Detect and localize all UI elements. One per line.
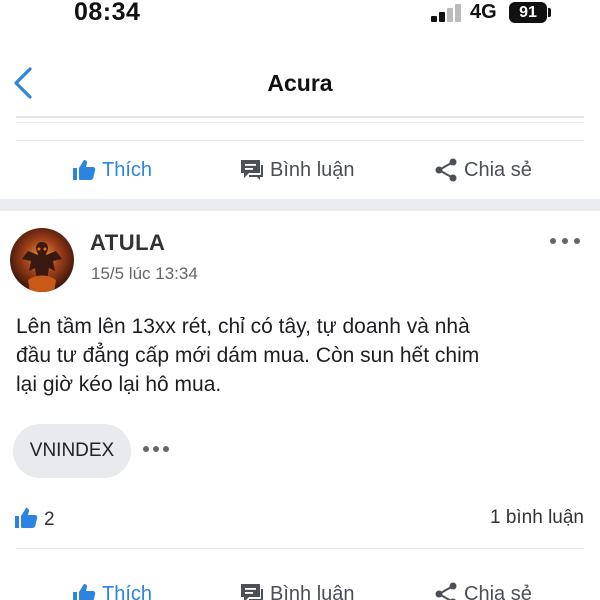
network-label: 4G [470, 1, 497, 23]
post-body-line: đầu tư đẳng cấp mới dám mua. Còn sun hết… [16, 344, 480, 367]
header-divider [16, 116, 584, 118]
post-body-line: Lên tầm lên 13xx rét, chỉ có tây, tự doa… [16, 315, 470, 338]
thumbs-up-icon [72, 159, 96, 181]
thumbs-up-icon [72, 583, 96, 600]
share-icon [434, 582, 458, 600]
previous-post-edge [16, 122, 584, 123]
comment-count[interactable]: 1 bình luận [490, 507, 584, 529]
battery-tip [548, 8, 551, 17]
divider [16, 548, 584, 549]
comment-label: Bình luận [270, 158, 355, 181]
avatar-image [10, 228, 74, 292]
thumbs-up-icon [14, 507, 38, 534]
battery-icon: 91 [509, 2, 547, 23]
page-title: Acura [267, 70, 333, 96]
tag-more-icon[interactable] [143, 446, 169, 454]
comment-icon [240, 583, 264, 600]
share-icon [434, 158, 458, 182]
divider [16, 140, 584, 141]
status-bar: 08:34 4G 91 [0, 0, 600, 30]
comment-label: Bình luận [270, 582, 355, 600]
share-button[interactable]: Chia sẻ [434, 146, 532, 194]
share-label: Chia sẻ [464, 582, 532, 600]
share-label: Chia sẻ [464, 158, 532, 181]
post-body: Lên tầm lên 13xx rét, chỉ có tây, tự doa… [16, 312, 584, 399]
tag-chip-vnindex[interactable]: VNINDEX [13, 424, 131, 478]
action-row-previous: Thích Bình luận Chia sẻ [0, 146, 600, 194]
like-button[interactable]: Thích [72, 570, 152, 600]
like-count: 2 [44, 509, 55, 530]
author-name[interactable]: ATULA [90, 230, 165, 256]
reaction-summary[interactable]: 2 [14, 505, 55, 535]
comment-button[interactable]: Bình luận [240, 146, 355, 194]
like-label: Thích [102, 158, 153, 181]
share-button[interactable]: Chia sẻ [434, 570, 532, 600]
like-label: Thích [102, 582, 153, 600]
post-timestamp: 15/5 lúc 13:34 [91, 264, 198, 283]
section-separator [0, 199, 600, 211]
post-body-line: lại giờ kéo lại hô mua. [16, 373, 222, 396]
status-time: 08:34 [74, 0, 141, 26]
action-row-post: Thích Bình luận Chia sẻ [0, 570, 600, 600]
nav-header: Acura [0, 50, 600, 114]
more-options-icon[interactable] [550, 232, 580, 250]
comment-button[interactable]: Bình luận [240, 570, 355, 600]
comment-icon [240, 159, 264, 181]
avatar[interactable] [10, 228, 74, 292]
signal-icon [431, 4, 463, 22]
like-button[interactable]: Thích [72, 146, 152, 194]
